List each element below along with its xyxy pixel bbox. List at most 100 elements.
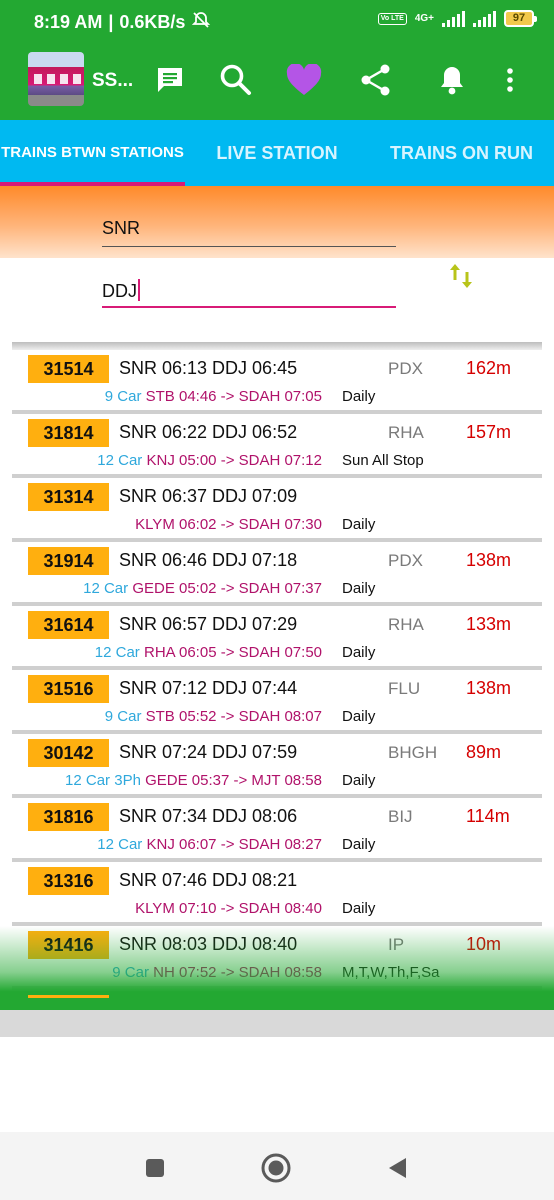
train-days: Sun All Stop [342,452,424,469]
train-number-badge[interactable]: 31514 [28,355,109,383]
train-station-code: PDX [388,551,423,570]
train-distance: 157m [466,422,512,442]
tab-live-station[interactable]: LIVE STATION [185,120,369,186]
back-icon[interactable] [381,1152,413,1184]
train-number-badge[interactable]: 31516 [28,675,109,703]
train-row[interactable]: 31316 SNR 07:46 DDJ 08:21 KLYM 07:10 -> SD… [12,862,542,926]
train-number-badge[interactable]: 31914 [28,547,109,575]
train-route-line: 12 Car RHA 06:05 -> SDAH 07:50 [95,644,322,661]
train-route: NH 07:52 -> SDAH 08:58 [153,964,322,981]
train-route-line: 9 Car NH 07:52 -> SDAH 08:58 [112,964,322,981]
status-speed: 0.6KB/s [119,12,186,32]
train-route: KLYM 07:10 -> SDAH 08:40 [135,900,322,917]
train-car-info: 12 Car [83,580,129,597]
status-separator: | [108,12,114,32]
status-bar: 8:19 AM | 0.6KB/s Vo LTE 4G+ 97 [0,0,554,40]
chat-icon[interactable] [150,60,190,100]
signal-icon [442,10,465,27]
train-number-badge[interactable]: 31614 [28,611,109,639]
tab-trains-between-stations[interactable]: TRAINS BTWN STATIONS [0,120,185,186]
train-timing: SNR 06:46 DDJ 07:18 [119,550,298,570]
bell-icon[interactable] [432,60,472,100]
train-distance: 138m [466,678,512,698]
train-route-line: KLYM 06:02 -> SDAH 07:30 [135,516,322,533]
to-station-underline [102,306,396,308]
app-title[interactable]: SS... [92,70,133,92]
search-icon[interactable] [216,60,256,100]
train-car-info: 12 Car [94,644,140,661]
train-timing: SNR 06:37 DDJ 07:09 [119,486,298,506]
train-station-code: IP [388,935,405,954]
train-route: STB 04:46 -> SDAH 07:05 [145,388,322,405]
train-timing: SNR 07:34 DDJ 08:06 [119,806,298,826]
train-days: Daily [342,836,376,853]
app-logo[interactable] [28,52,84,106]
train-route: GEDE 05:02 -> SDAH 07:37 [132,580,322,597]
train-days: M,T,W,Th,F,Sa [342,964,440,981]
more-vert-icon[interactable] [490,60,530,100]
train-row[interactable]: 31314 SNR 06:37 DDJ 07:09 KLYM 06:02 -> SD… [12,478,542,542]
heart-icon[interactable] [284,60,324,100]
train-number-badge[interactable]: 30142 [28,739,109,767]
train-station-code: FLU [388,679,421,698]
train-days: Daily [342,900,376,917]
train-row[interactable]: 31816 SNR 07:34 DDJ 08:06 BIJ 114m 12 Car KN… [12,798,542,862]
train-station-code: RHA [388,423,424,442]
share-icon[interactable] [356,60,396,100]
to-station-input[interactable]: DDJ [102,279,396,302]
train-timing: SNR 07:24 DDJ 07:59 [119,742,298,762]
train-row[interactable]: 31614 SNR 06:57 DDJ 07:29 RHA 133m 12 Car RH… [12,606,542,670]
train-route-line: 12 Car KNJ 06:07 -> SDAH 08:27 [97,836,322,853]
recents-icon[interactable] [139,1152,171,1184]
train-timing: SNR 07:12 DDJ 07:44 [119,678,298,698]
home-icon[interactable] [260,1152,292,1184]
from-station-underline [102,246,396,247]
train-timing: SNR 06:13 DDJ 06:45 [119,358,298,378]
train-route: RHA 06:05 -> SDAH 07:50 [143,644,322,661]
train-car-info: 9 Car [112,964,149,981]
train-route-line: 12 Car KNJ 05:00 -> SDAH 07:12 [97,452,322,469]
train-number-badge[interactable]: 31814 [28,419,109,447]
train-row[interactable]: 31516 SNR 07:12 DDJ 07:44 FLU 138m 9 Car STB… [12,670,542,734]
train-distance: 114m [466,806,510,826]
train-row[interactable]: 31814 SNR 06:22 DDJ 06:52 RHA 157m 12 Car KN… [12,414,542,478]
bottom-banner-area [0,1010,554,1037]
train-station-code: PDX [388,359,423,378]
train-days: Daily [342,644,376,661]
train-station-code: BHGH [388,743,438,762]
train-route-line: KLYM 07:10 -> SDAH 08:40 [135,900,322,917]
train-number-badge[interactable]: 31416 [28,931,109,959]
app-bar: SS... [0,40,554,120]
train-route: KNJ 05:00 -> SDAH 07:12 [146,452,322,469]
train-route: GEDE 05:37 -> MJT 08:58 [145,772,322,789]
train-days: Daily [342,708,376,725]
train-route: KNJ 06:07 -> SDAH 08:27 [146,836,322,853]
train-distance: 138m [466,550,512,570]
to-station-value: DDJ [102,281,137,301]
train-route: KLYM 06:02 -> SDAH 07:30 [135,516,322,533]
train-car-info: 9 Car [104,388,142,405]
swap-icon[interactable] [448,262,474,290]
from-station-input[interactable]: SNR [102,218,396,239]
train-car-info: 9 Car [104,708,142,725]
train-number-badge[interactable]: 31314 [28,483,109,511]
train-route-line: 12 Car GEDE 05:02 -> SDAH 07:37 [83,580,322,597]
train-car-info: 12 Car [97,452,143,469]
text-cursor [138,279,140,301]
train-route-line: 12 Car 3Ph GEDE 05:37 -> MJT 08:58 [65,772,322,789]
train-days: Daily [342,580,376,597]
tab-trains-on-run[interactable]: TRAINS ON RUN [369,120,554,186]
train-number-badge[interactable]: 31816 [28,803,109,831]
train-row[interactable]: 30142 SNR 07:24 DDJ 07:59 BHGH 89m 12 Car 3P… [12,734,542,798]
train-distance: 89m [466,742,502,762]
screen: 8:19 AM | 0.6KB/s Vo LTE 4G+ 97 SS... TR… [0,0,554,1200]
train-station-code: RHA [388,615,424,634]
train-days: Daily [342,516,376,533]
train-row[interactable]: 31914 SNR 06:46 DDJ 07:18 PDX 138m 12 Car GE… [12,542,542,606]
train-route: STB 05:52 -> SDAH 08:07 [145,708,322,725]
train-route-line: 9 Car STB 04:46 -> SDAH 07:05 [105,388,322,405]
train-row[interactable]: 31514 SNR 06:13 DDJ 06:45 PDX 162m 9 Car STB… [12,350,542,414]
train-row[interactable]: 31416 SNR 08:03 DDJ 08:40 IP 10m 9 Car NH 07… [12,926,542,990]
train-number-badge[interactable]: 31316 [28,867,109,895]
train-timing: SNR 08:03 DDJ 08:40 [119,934,298,954]
